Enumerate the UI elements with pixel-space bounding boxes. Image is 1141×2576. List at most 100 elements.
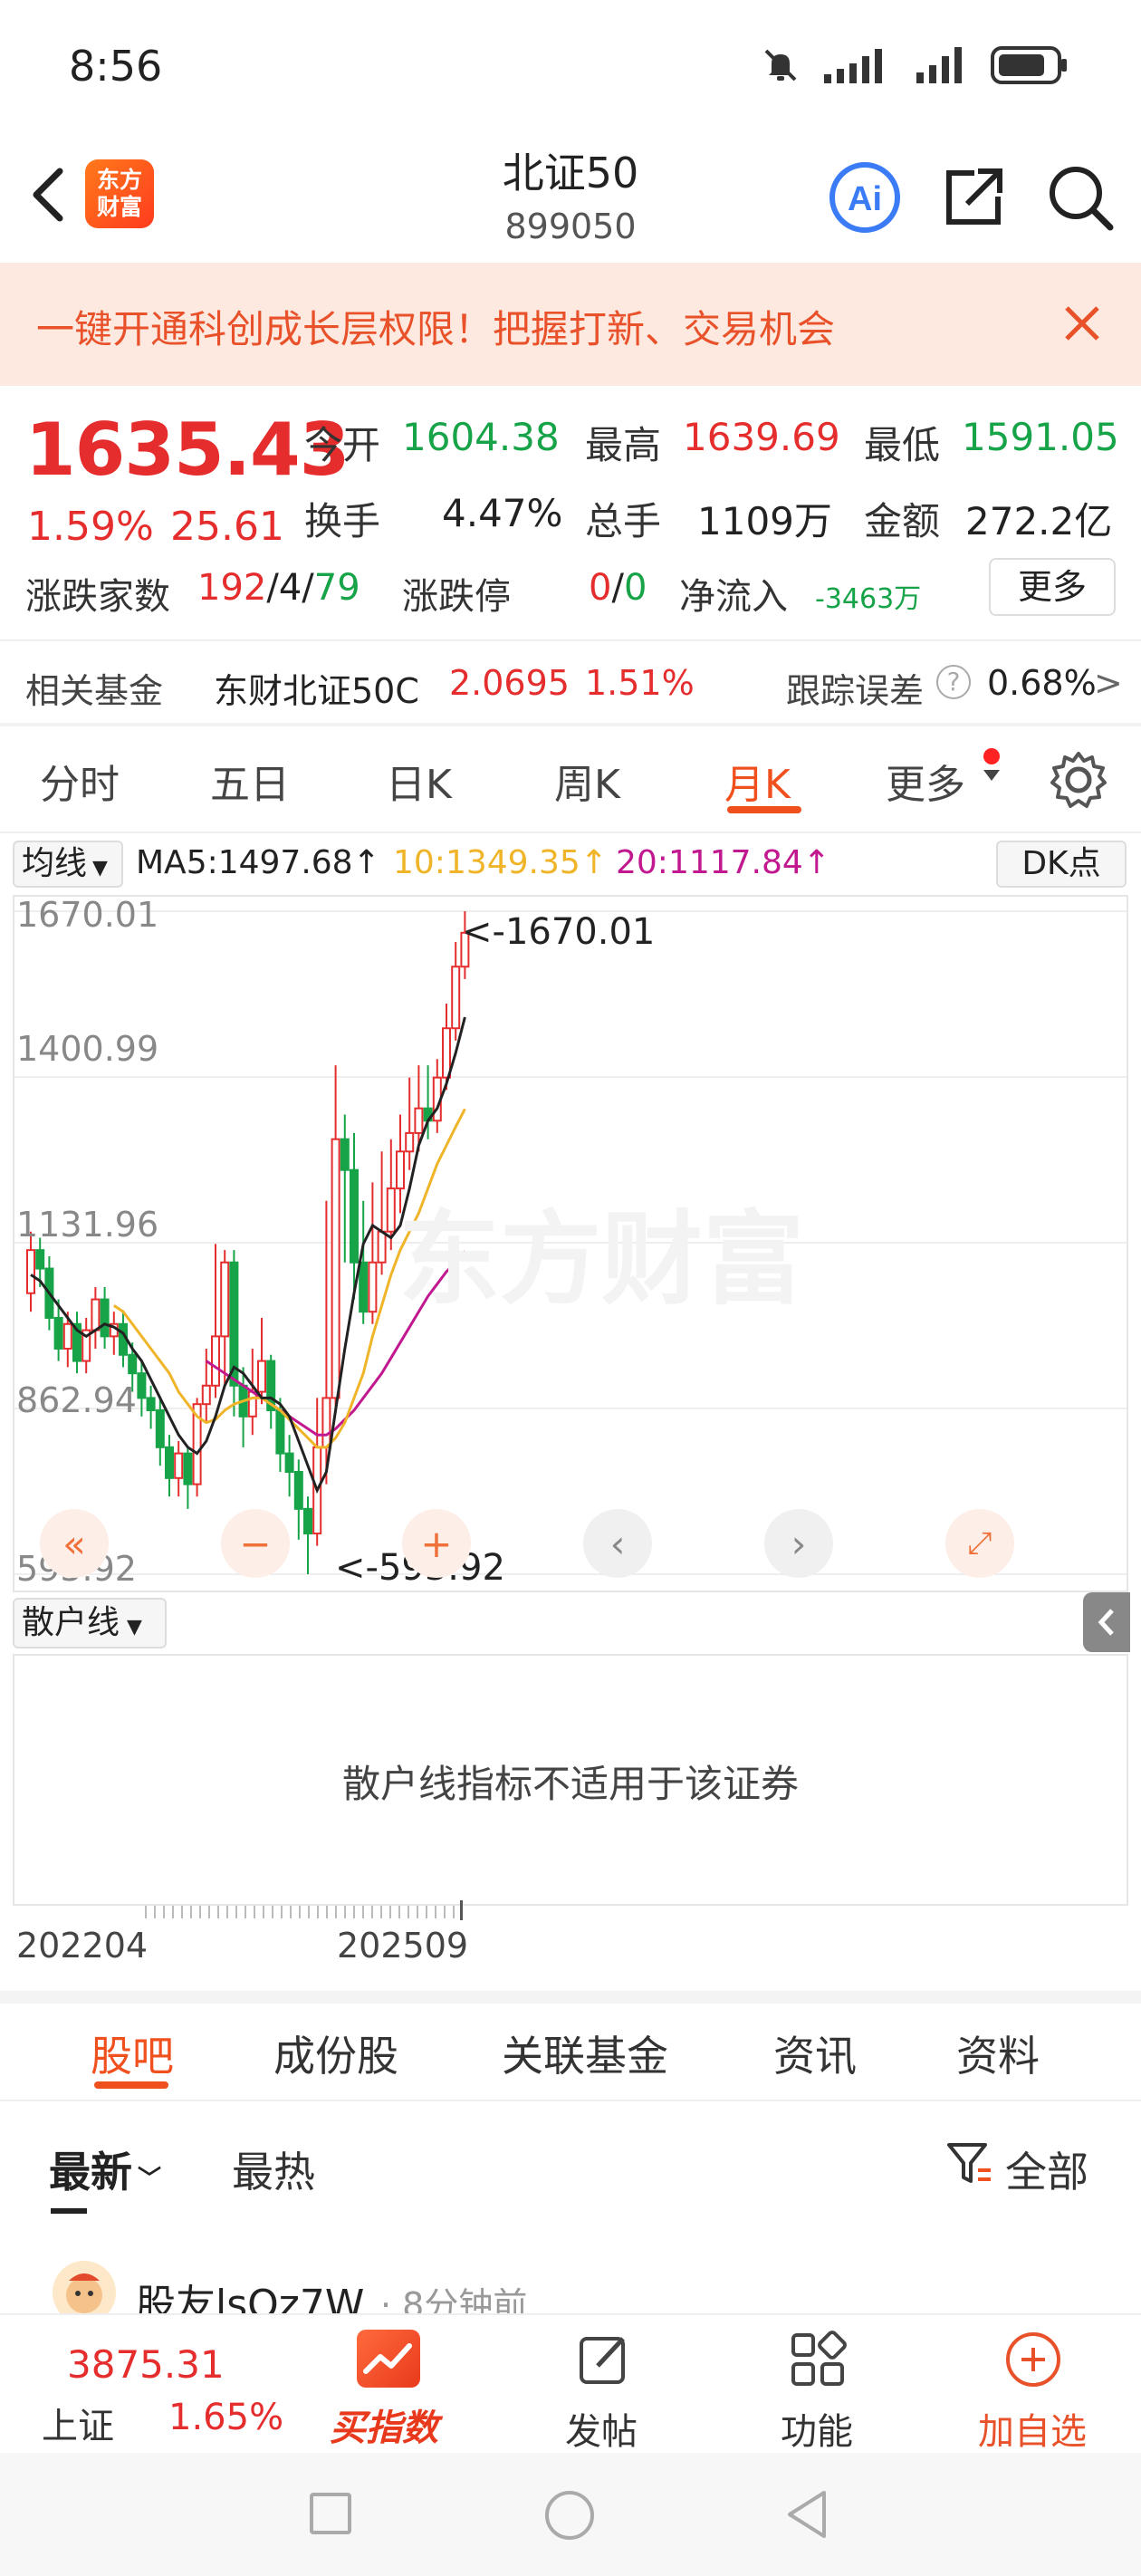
promo-banner-text[interactable]: 一键开通科创成长层权限！把握打新、交易机会 — [36, 299, 835, 354]
tab-news[interactable]: 资讯 — [773, 2023, 857, 2083]
zoom-in-button[interactable]: + — [402, 1509, 471, 1578]
gear-icon — [1050, 752, 1107, 808]
triangle-back-icon — [788, 2491, 826, 2538]
y-tick-label: 1670.01 — [16, 895, 159, 935]
sub-indicator-selector[interactable]: 散户线 ▼ — [13, 1598, 167, 1648]
close-icon — [1065, 306, 1099, 341]
buy-index-button[interactable] — [357, 2330, 420, 2388]
tab-constituents[interactable]: 成份股 — [273, 2023, 398, 2083]
index-name[interactable]: 上证 — [42, 2397, 114, 2449]
candle-up — [26, 1249, 35, 1294]
tab-profile[interactable]: 资料 — [956, 2023, 1040, 2083]
divider — [0, 2100, 1141, 2101]
sub-indicator-label: 散户线 — [22, 1604, 120, 1641]
fund-change: 1.51% — [585, 663, 695, 703]
candle-up — [211, 1335, 220, 1387]
ai-icon: Ai — [829, 162, 900, 233]
breadth-value: 192/4/79 — [197, 567, 360, 609]
breadth-label: 涨跌家数 — [25, 576, 170, 618]
tab-more[interactable]: 更多 — [886, 752, 965, 810]
tracking-error-value: 0.68% — [987, 663, 1097, 703]
active-tab-indicator — [727, 806, 801, 813]
fullscreen-button[interactable]: ⤢ — [945, 1509, 1014, 1578]
tab-weekly-k[interactable]: 周K — [554, 752, 620, 810]
post-label[interactable]: 发帖 — [565, 2402, 638, 2455]
fund-arrow[interactable]: > — [1094, 663, 1123, 703]
breadth-sep: / — [302, 567, 314, 609]
ma-selector[interactable]: 均线 ▼ — [13, 841, 123, 888]
candle-up — [377, 1230, 387, 1264]
mute-icon — [764, 49, 797, 82]
search-button[interactable] — [1041, 159, 1119, 236]
add-watchlist-button[interactable] — [1002, 2328, 1065, 2391]
candle-up — [321, 1397, 331, 1448]
help-icon[interactable]: ? — [936, 665, 971, 699]
status-time: 8:56 — [69, 42, 163, 91]
active-sort-indicator — [51, 2208, 87, 2214]
amount-value: 272.2亿 — [965, 499, 1113, 543]
sort-hot[interactable]: 最热 — [232, 2139, 315, 2199]
tab-daily-k[interactable]: 日K — [386, 752, 452, 810]
tab-stock-forum[interactable]: 股吧 — [91, 2023, 174, 2083]
scroll-right-button[interactable]: › — [764, 1509, 833, 1578]
plus-icon: + — [420, 1521, 453, 1566]
fund-name[interactable]: 东财北证50C — [214, 663, 419, 713]
max-marker-label: <-1670.01 — [462, 911, 656, 953]
candle-up — [405, 1131, 415, 1153]
candle-down — [35, 1249, 45, 1270]
x-tick-label: 202509 — [337, 1926, 469, 1966]
ai-button[interactable]: Ai — [826, 159, 904, 236]
plus-circle-icon — [1006, 2332, 1060, 2387]
scroll-left-fast-button[interactable]: « — [40, 1509, 109, 1578]
filter-button[interactable] — [944, 2138, 996, 2190]
add-watchlist-label[interactable]: 加自选 — [978, 2402, 1087, 2455]
section-divider — [0, 1991, 1141, 2004]
back-button[interactable] — [20, 159, 83, 231]
home-button[interactable] — [545, 2491, 594, 2540]
zoom-out-button[interactable]: − — [221, 1509, 290, 1578]
post-button[interactable] — [572, 2328, 636, 2391]
nav-back-button[interactable] — [784, 2489, 829, 2540]
scroll-left-button[interactable]: ‹ — [583, 1509, 652, 1578]
divider — [0, 723, 1141, 726]
divider — [0, 831, 1141, 833]
breadth-sep: / — [266, 567, 279, 609]
filter-all[interactable]: 全部 — [1005, 2139, 1088, 2199]
collapse-panel-button[interactable] — [1083, 1592, 1130, 1652]
settings-button[interactable] — [1047, 748, 1110, 812]
change-percent: 1.59% — [27, 504, 154, 550]
tab-monthly-k[interactable]: 月K — [724, 752, 791, 810]
app-logo[interactable]: 东方财富 — [85, 159, 154, 228]
tracking-error-label: 跟踪误差 — [786, 671, 925, 711]
tab-five-day[interactable]: 五日 — [210, 752, 290, 810]
candle-down — [165, 1446, 174, 1479]
ma-selector-label: 均线 — [22, 845, 88, 882]
grid-icon — [791, 2331, 847, 2386]
candle-up — [201, 1384, 211, 1406]
index-change[interactable]: 1.65% — [168, 2397, 283, 2438]
sort-latest[interactable]: 最新 ﹀ — [49, 2139, 161, 2199]
double-chevron-left-icon: « — [62, 1521, 86, 1566]
turnover-value: 4.47% — [442, 491, 563, 535]
tab-related-funds[interactable]: 关联基金 — [502, 2023, 668, 2083]
buy-index-label[interactable]: 买指数 — [330, 2398, 438, 2451]
battery-icon — [991, 46, 1067, 84]
functions-button[interactable] — [786, 2328, 849, 2391]
limit-sep: / — [611, 567, 624, 609]
minus-icon: − — [239, 1521, 272, 1566]
signal-icon-2 — [916, 47, 962, 83]
banner-close-button[interactable] — [1050, 292, 1114, 355]
share-button[interactable] — [935, 159, 1012, 236]
more-quote-button[interactable]: 更多 — [989, 558, 1116, 616]
candle-down — [350, 1168, 359, 1264]
candle-up — [91, 1298, 101, 1331]
candle-down — [100, 1298, 110, 1338]
candle-down — [340, 1138, 350, 1171]
functions-label[interactable]: 功能 — [781, 2402, 853, 2455]
tab-intraday[interactable]: 分时 — [40, 752, 120, 810]
index-price[interactable]: 3875.31 — [67, 2342, 225, 2387]
candle-down — [275, 1409, 285, 1455]
recent-apps-button[interactable] — [310, 2493, 351, 2534]
candle-up — [386, 1187, 396, 1233]
dk-point-button[interactable]: DK点 — [996, 841, 1127, 888]
